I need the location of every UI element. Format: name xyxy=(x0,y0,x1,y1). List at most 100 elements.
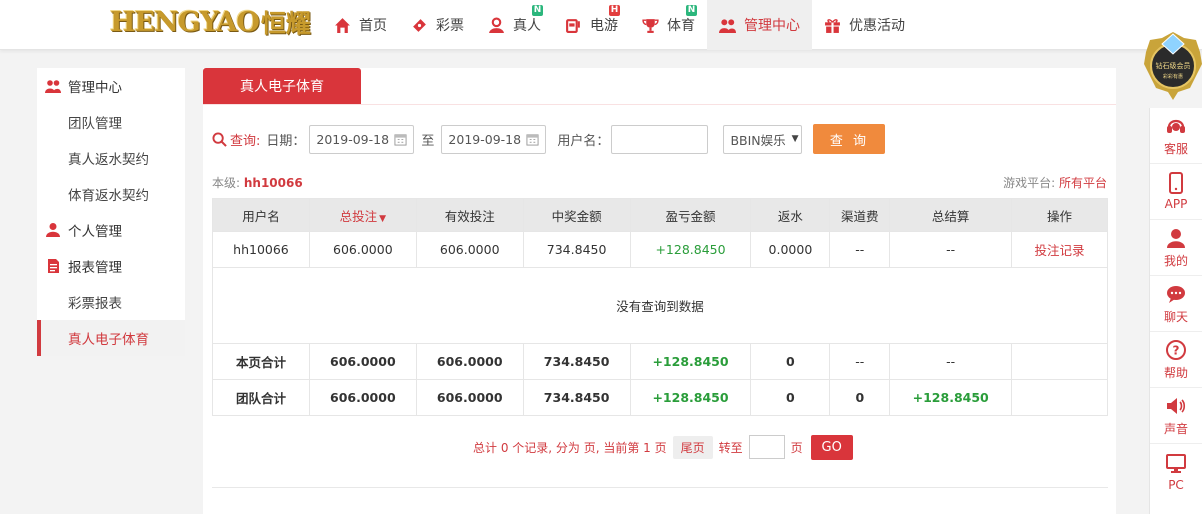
col-channel-fee: 渠道费 xyxy=(829,198,891,232)
col-rebate: 返水 xyxy=(750,198,831,232)
cell-label: 团队合计 xyxy=(212,379,310,416)
slot-machine-icon xyxy=(566,18,580,33)
cell-total-bet: 606.0000 xyxy=(308,379,417,416)
vip-line2: 彩彩有惠 xyxy=(1163,73,1183,80)
logo-cn-text: 恒耀 xyxy=(260,9,311,38)
cell-action xyxy=(1011,343,1108,380)
level-info: 本级: hh10066 xyxy=(212,174,303,191)
cell-win-amount: 734.8450 xyxy=(522,231,631,268)
sidebar-item-team[interactable]: 团队管理 xyxy=(37,104,185,140)
username-input[interactable] xyxy=(611,124,709,154)
cell-valid-bet: 606.0000 xyxy=(415,379,524,416)
float-item-chat[interactable]: 聊天 xyxy=(1150,276,1202,332)
to-label: 至 xyxy=(421,133,435,149)
top-navbar: HENGYAO 恒耀 首页 彩票 真人 N 电游 H 体育 N 管理中心 优惠活… xyxy=(0,0,1202,50)
nav-label: 真人 xyxy=(513,18,541,34)
nav-item-home[interactable]: 首页 xyxy=(322,0,399,50)
cell-win-amount: 734.8450 xyxy=(522,343,631,380)
sidebar-item-live-rebate[interactable]: 真人返水契约 xyxy=(37,140,185,176)
float-item-app[interactable]: APP xyxy=(1150,164,1202,220)
cell-profit-loss: +128.8450 xyxy=(629,343,752,380)
trophy-icon xyxy=(642,18,659,33)
cell-rebate: 0 xyxy=(750,343,831,380)
last-page-button[interactable]: 尾页 xyxy=(672,435,713,459)
empty-message: 没有查询到数据 xyxy=(212,267,1108,344)
new-badge: N xyxy=(686,5,697,16)
date-from-input[interactable]: 2019-09-18 xyxy=(309,124,415,154)
search-icon xyxy=(212,131,227,147)
tab-underline xyxy=(203,104,1116,105)
float-item-sound[interactable]: 声音 xyxy=(1150,388,1202,444)
logo-text: HENGYAO xyxy=(110,6,260,38)
gift-icon xyxy=(825,18,840,33)
chat-icon xyxy=(1167,285,1185,303)
sidebar-group-management[interactable]: 管理中心 xyxy=(37,68,185,104)
date-to-value: 2019-09-18 xyxy=(448,131,522,147)
site-logo[interactable]: HENGYAO 恒耀 xyxy=(110,4,311,40)
platform-select-value: BBIN娱乐 xyxy=(730,132,786,148)
platform-info: 游戏平台: 所有平台 xyxy=(1003,174,1107,191)
nav-item-live[interactable]: 真人 N xyxy=(476,0,553,50)
float-item-help[interactable]: ? 帮助 xyxy=(1150,332,1202,388)
nav-item-sports[interactable]: 体育 N xyxy=(630,0,707,50)
empty-row: 没有查询到数据 xyxy=(212,267,1108,344)
nav-item-lottery[interactable]: 彩票 xyxy=(399,0,476,50)
nav-item-management[interactable]: 管理中心 xyxy=(707,0,812,50)
chevron-down-icon: ▼ xyxy=(791,134,799,144)
svg-text:?: ? xyxy=(1173,343,1180,357)
table-header-row: 用户名 总投注 ▼ 有效投注 中奖金额 盈亏金额 返水 渠道费 总结算 操作 xyxy=(212,198,1108,232)
cell-channel-fee: -- xyxy=(829,231,891,268)
report-table: 用户名 总投注 ▼ 有效投注 中奖金额 盈亏金额 返水 渠道费 总结算 操作 hh… xyxy=(212,198,1108,416)
date-from-value: 2019-09-18 xyxy=(316,131,390,147)
page-total-row: 本页合计 606.0000 606.0000 734.8450 +128.845… xyxy=(212,343,1108,380)
col-total-settlement: 总结算 xyxy=(889,198,1013,232)
cell-win-amount: 734.8450 xyxy=(522,379,631,416)
float-item-mine[interactable]: 我的 xyxy=(1150,220,1202,276)
nav-label: 体育 xyxy=(667,18,695,34)
bet-records-link[interactable]: 投注记录 xyxy=(1011,231,1108,268)
sidebar-item-sports-rebate[interactable]: 体育返水契约 xyxy=(37,176,185,212)
right-float-bar: 客服 APP 我的 聊天 ? 帮助 声音 PC xyxy=(1149,108,1202,514)
report-icon xyxy=(48,259,59,273)
query-button[interactable]: 查 询 xyxy=(813,124,886,154)
col-total-bet-sortable[interactable]: 总投注 ▼ xyxy=(308,198,417,232)
tab-live-electronic-sports[interactable]: 真人电子体育 xyxy=(203,68,361,104)
user-icon xyxy=(1167,228,1185,248)
search-label: 查询: xyxy=(230,133,261,149)
nav-item-promotions[interactable]: 优惠活动 xyxy=(812,0,917,50)
platform-all-link[interactable]: 所有平台 xyxy=(1059,176,1107,190)
nav-label: 优惠活动 xyxy=(849,18,905,34)
float-item-pc[interactable]: PC xyxy=(1150,444,1202,500)
cell-channel-fee: 0 xyxy=(829,379,891,416)
main-panel: 真人电子体育 查询: 日期： 2019-09-18 至 2019-09-18 用… xyxy=(203,68,1116,514)
col-profit-loss: 盈亏金额 xyxy=(629,198,752,232)
headset-icon xyxy=(1167,119,1185,133)
calendar-icon xyxy=(526,133,539,146)
nav-item-slots[interactable]: 电游 H xyxy=(553,0,630,50)
nav-label: 管理中心 xyxy=(744,18,800,34)
goto-label: 转至 xyxy=(718,440,743,455)
col-action: 操作 xyxy=(1011,198,1108,232)
sidebar-group-reports[interactable]: 报表管理 xyxy=(37,248,185,284)
float-label: PC xyxy=(1168,477,1184,492)
vip-diamond-badge[interactable]: 钻石级会员 彩彩有惠 xyxy=(1144,30,1202,102)
sidebar-item-live-electronic-sports[interactable]: 真人电子体育 xyxy=(37,320,185,356)
date-to-input[interactable]: 2019-09-18 xyxy=(441,124,547,154)
divider xyxy=(212,487,1108,488)
cell-rebate: 0 xyxy=(750,379,831,416)
sidebar-group-personal[interactable]: 个人管理 xyxy=(37,212,185,248)
sidebar-item-lottery-report[interactable]: 彩票报表 xyxy=(37,284,185,320)
hot-badge: H xyxy=(609,5,620,16)
go-button[interactable]: GO xyxy=(810,434,853,460)
cell-profit-loss: +128.8450 xyxy=(629,231,752,268)
user-icon xyxy=(46,223,60,237)
float-item-support[interactable]: 客服 xyxy=(1150,108,1202,164)
level-label: 本级: xyxy=(212,176,241,190)
cell-action xyxy=(1011,379,1108,416)
goto-page-input[interactable] xyxy=(748,435,785,459)
help-icon: ? xyxy=(1166,339,1186,360)
platform-select[interactable]: BBIN娱乐 ▼ xyxy=(723,124,803,154)
team-total-row: 团队合计 606.0000 606.0000 734.8450 +128.845… xyxy=(212,379,1108,416)
col-total-bet-label: 总投注 xyxy=(339,208,378,224)
date-label: 日期： xyxy=(266,133,306,149)
